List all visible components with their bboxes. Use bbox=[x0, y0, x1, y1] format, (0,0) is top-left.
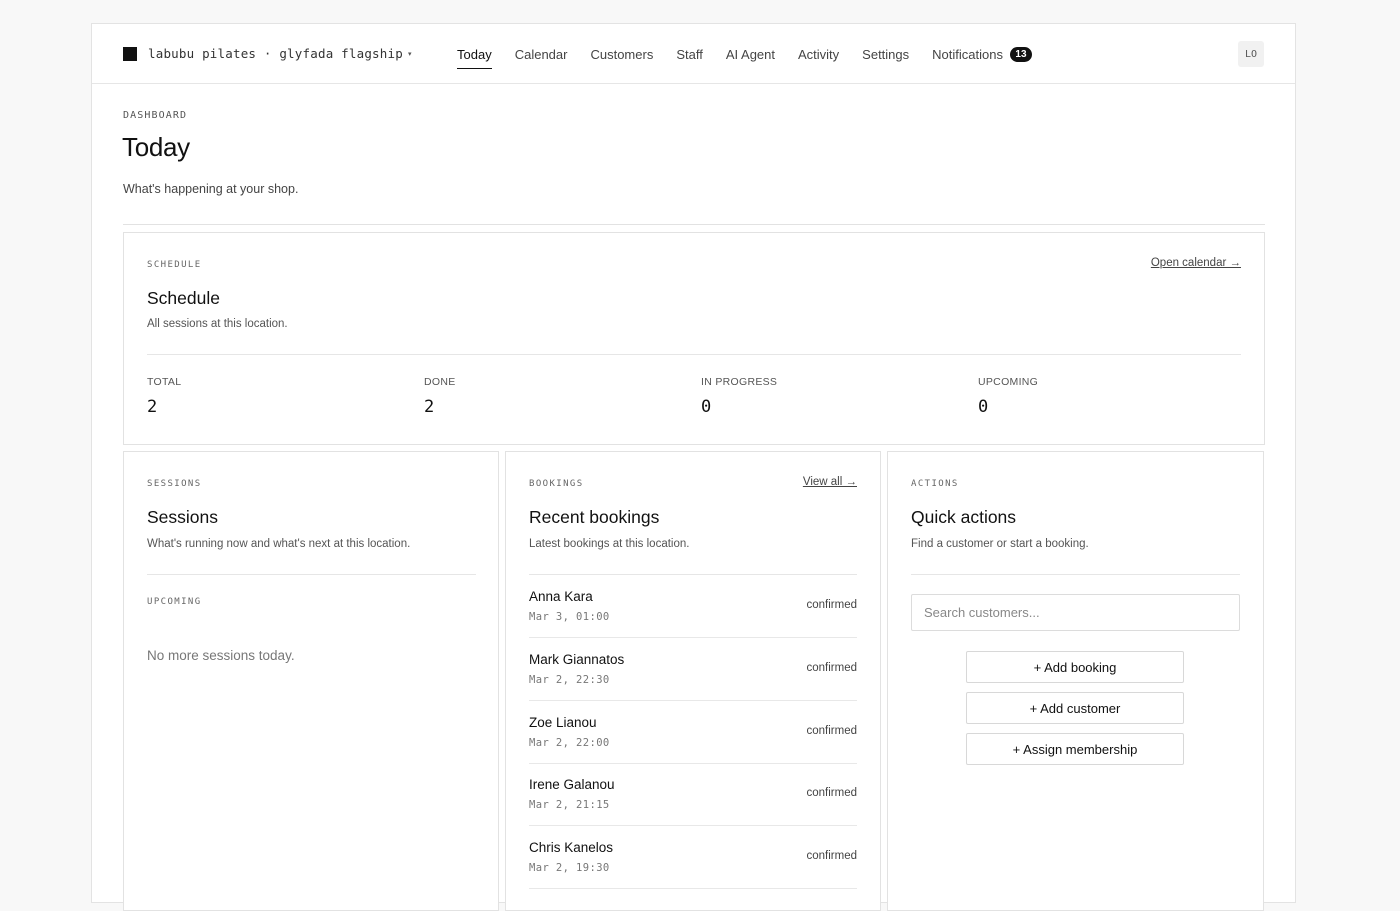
nav-today-label: Today bbox=[457, 46, 492, 62]
nav-notifications-label: Notifications bbox=[932, 46, 1003, 62]
stat-value: 2 bbox=[147, 397, 158, 417]
actions-title: Quick actions bbox=[911, 507, 1017, 527]
stat-label: IN PROGRESS bbox=[701, 376, 778, 388]
location-name: labubu pilates · glyfada flagship bbox=[148, 46, 403, 61]
empty-sessions-text: No more sessions today. bbox=[147, 648, 295, 663]
booking-status: confirmed bbox=[806, 850, 858, 862]
header-divider bbox=[123, 224, 1265, 225]
nav-ai-agent[interactable]: AI Agent bbox=[726, 24, 775, 84]
stat-done: DONE 2 bbox=[424, 376, 456, 417]
stat-value: 0 bbox=[701, 397, 712, 417]
nav-links: Today Calendar Customers Staff AI Agent … bbox=[457, 24, 1055, 84]
app-frame: labubu pilates · glyfada flagship ▾ Toda… bbox=[91, 23, 1296, 911]
search-customers-input[interactable] bbox=[911, 594, 1240, 631]
booking-customer-name: Zoe Lianou bbox=[529, 715, 597, 730]
sessions-divider bbox=[147, 574, 476, 575]
view-all-bookings-link[interactable]: View all → bbox=[803, 476, 857, 488]
schedule-eyebrow: SCHEDULE bbox=[147, 260, 202, 270]
schedule-title: Schedule bbox=[147, 288, 220, 308]
nav-notifications[interactable]: Notifications 13 bbox=[932, 24, 1032, 84]
assign-membership-button[interactable]: + Assign membership bbox=[966, 733, 1184, 765]
add-booking-button[interactable]: + Add booking bbox=[966, 651, 1184, 683]
booking-row[interactable]: Irene Galanou Mar 2, 21:15 confirmed bbox=[529, 763, 857, 826]
booking-row[interactable]: Mark Giannatos Mar 2, 22:30 confirmed bbox=[529, 638, 857, 701]
sessions-card: SESSIONS Sessions What's running now and… bbox=[123, 451, 499, 911]
upcoming-label: UPCOMING bbox=[147, 597, 202, 607]
nav-calendar[interactable]: Calendar bbox=[515, 24, 568, 84]
booking-row[interactable]: Anna Kara Mar 3, 01:00 confirmed bbox=[529, 575, 857, 638]
booking-customer-name: Chris Kanelos bbox=[529, 840, 614, 855]
nav-staff-label: Staff bbox=[676, 46, 703, 62]
page-title: Today bbox=[122, 132, 190, 162]
booking-time: Mar 2, 19:30 bbox=[529, 862, 610, 874]
sessions-eyebrow: SESSIONS bbox=[147, 479, 202, 489]
nav-staff[interactable]: Staff bbox=[676, 24, 703, 84]
stat-value: 2 bbox=[424, 397, 435, 417]
chevron-down-icon: ▾ bbox=[407, 50, 412, 58]
booking-time: Mar 2, 22:00 bbox=[529, 737, 610, 749]
notifications-count-badge: 13 bbox=[1009, 46, 1032, 62]
page-subtitle: What's happening at your shop. bbox=[123, 182, 299, 196]
nav-activity-label: Activity bbox=[798, 46, 840, 62]
stat-value: 0 bbox=[978, 397, 989, 417]
booking-time: Mar 3, 01:00 bbox=[529, 611, 610, 623]
stat-label: UPCOMING bbox=[978, 376, 1039, 388]
booking-status: confirmed bbox=[806, 599, 858, 611]
location-switcher[interactable]: labubu pilates · glyfada flagship ▾ bbox=[123, 46, 411, 61]
schedule-subtitle: All sessions at this location. bbox=[147, 318, 288, 330]
nav-settings-label: Settings bbox=[862, 46, 910, 62]
nav-ai-agent-label: AI Agent bbox=[725, 46, 775, 62]
sessions-subtitle: What's running now and what's next at th… bbox=[147, 538, 411, 550]
booking-row[interactable]: Chris Kanelos Mar 2, 19:30 confirmed bbox=[529, 826, 857, 889]
bookings-subtitle: Latest bookings at this location. bbox=[529, 538, 690, 550]
booking-time: Mar 2, 22:30 bbox=[529, 674, 610, 686]
stat-total: TOTAL 2 bbox=[147, 376, 181, 417]
bookings-card: BOOKINGS View all → Recent bookings Late… bbox=[505, 451, 881, 911]
booking-status: confirmed bbox=[806, 725, 858, 737]
page-eyebrow: DASHBOARD bbox=[123, 110, 188, 121]
bookings-eyebrow: BOOKINGS bbox=[529, 479, 584, 489]
sessions-title: Sessions bbox=[147, 507, 219, 527]
actions-subtitle: Find a customer or start a booking. bbox=[911, 538, 1089, 550]
stat-label: TOTAL bbox=[147, 376, 182, 388]
stat-in-progress: IN PROGRESS 0 bbox=[701, 376, 777, 417]
booking-status: confirmed bbox=[806, 662, 858, 674]
stat-upcoming: UPCOMING 0 bbox=[978, 376, 1038, 417]
nav-customers[interactable]: Customers bbox=[590, 24, 653, 84]
nav-activity[interactable]: Activity bbox=[798, 24, 839, 84]
booking-customer-name: Irene Galanou bbox=[529, 777, 615, 792]
nav-today[interactable]: Today bbox=[457, 24, 492, 84]
stat-label: DONE bbox=[424, 376, 456, 388]
actions-divider bbox=[911, 574, 1240, 575]
nav-settings[interactable]: Settings bbox=[862, 24, 909, 84]
actions-eyebrow: ACTIONS bbox=[911, 479, 959, 489]
booking-time: Mar 2, 21:15 bbox=[529, 799, 610, 811]
brand-logo-icon bbox=[123, 46, 137, 61]
nav-customers-label: Customers bbox=[590, 46, 654, 62]
nav-calendar-label: Calendar bbox=[514, 46, 568, 62]
schedule-divider bbox=[147, 354, 1241, 355]
booking-customer-name: Mark Giannatos bbox=[529, 652, 625, 667]
add-customer-button[interactable]: + Add customer bbox=[966, 692, 1184, 724]
bookings-title: Recent bookings bbox=[529, 507, 660, 527]
booking-customer-name: Anna Kara bbox=[529, 589, 593, 604]
open-calendar-link[interactable]: Open calendar → bbox=[1151, 257, 1241, 269]
booking-row[interactable]: Zoe Lianou Mar 2, 22:00 confirmed bbox=[529, 701, 857, 764]
booking-status: confirmed bbox=[806, 787, 858, 799]
top-nav: labubu pilates · glyfada flagship ▾ Toda… bbox=[92, 24, 1295, 84]
actions-card: ACTIONS Quick actions Find a customer or… bbox=[887, 451, 1264, 911]
user-avatar[interactable]: LO bbox=[1238, 41, 1264, 67]
schedule-card: SCHEDULE Open calendar → Schedule All se… bbox=[123, 232, 1265, 445]
